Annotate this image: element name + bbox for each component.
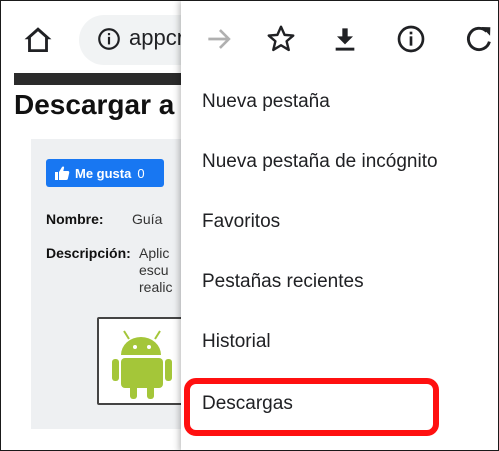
page-info-icon[interactable] xyxy=(395,23,427,55)
like-label: Me gusta xyxy=(75,165,132,181)
menu-item-new-tab[interactable]: Nueva pestaña xyxy=(202,91,330,113)
download-icon[interactable] xyxy=(329,23,361,55)
menu-item-new-incognito-tab[interactable]: Nueva pestaña de incógnito xyxy=(202,151,438,173)
forward-arrow-icon[interactable] xyxy=(203,23,235,55)
name-value: Guía xyxy=(132,211,163,227)
app-icon-image xyxy=(97,317,191,405)
thumbs-up-icon xyxy=(55,166,70,180)
page-header-strip xyxy=(14,73,184,85)
description-line: escu xyxy=(139,262,169,278)
menu-item-recent-tabs[interactable]: Pestañas recientes xyxy=(202,271,364,293)
menu-item-bookmarks[interactable]: Favoritos xyxy=(202,211,280,233)
downloads-highlight-box xyxy=(184,378,439,436)
description-line: Aplic xyxy=(139,245,170,261)
page-title: Descargar a xyxy=(14,89,175,120)
description-label: Descripción: xyxy=(46,245,131,261)
url-text[interactable]: appcr xyxy=(129,25,184,51)
site-info-icon[interactable] xyxy=(96,26,122,52)
android-icon xyxy=(112,330,172,399)
menu-icon-row xyxy=(181,1,498,79)
like-button[interactable]: Me gusta 0 xyxy=(46,159,164,187)
name-label: Nombre: xyxy=(46,211,104,227)
home-icon[interactable] xyxy=(21,23,55,57)
like-count: 0 xyxy=(137,165,145,181)
menu-item-history[interactable]: Historial xyxy=(202,331,271,353)
reload-icon[interactable] xyxy=(463,23,495,55)
screenshot-frame: appcr Descargar a Me gusta 0 Nombre: Guí… xyxy=(0,0,499,451)
description-line: realic xyxy=(139,279,173,295)
star-icon[interactable] xyxy=(265,23,297,55)
